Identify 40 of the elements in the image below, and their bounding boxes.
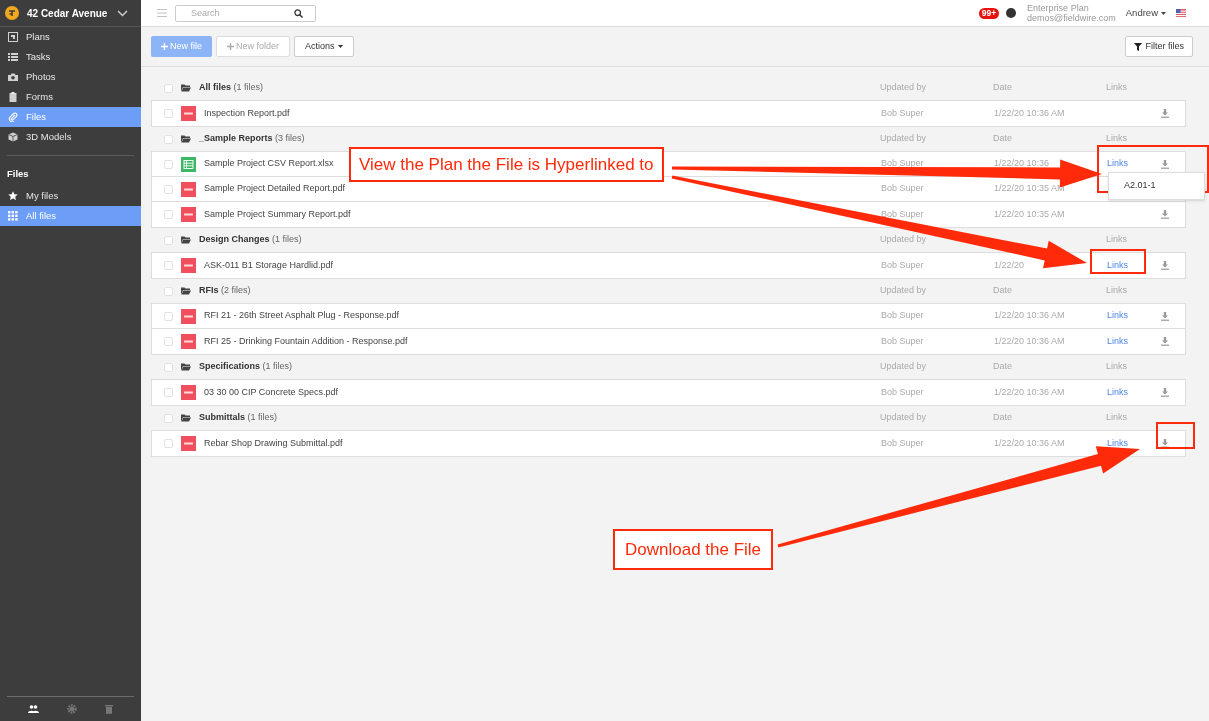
file-date: 1/22/20 10:36 AM [994, 334, 1066, 348]
updated-by: Bob Super [881, 182, 925, 196]
file-date: 1/22/20 10:36 AM [994, 436, 1066, 450]
file-date: 1/22/20 10:36 AM [994, 309, 1066, 323]
column-header: Links [1106, 132, 1128, 146]
updated-by: Bob Super [881, 157, 925, 171]
column-header: Date [993, 132, 1013, 146]
section-heading: Files [6, 166, 30, 181]
file-date: 1/22/20 10:36 AM [994, 385, 1066, 399]
updated-by: Bob Super [881, 207, 925, 221]
column-header: Date [993, 360, 1013, 374]
updated-by: Bob Super [881, 385, 925, 399]
column-header: Links [1106, 411, 1128, 425]
column-header: Date [993, 284, 1013, 298]
plan-name: Enterprise Plan [1027, 3, 1090, 13]
column-header: Updated by [880, 411, 928, 425]
updated-by: Bob Super [881, 309, 925, 323]
column-header: Links [1106, 81, 1128, 95]
column-header: Updated by [880, 233, 928, 247]
file-date: 1/22/20 10:35 AM [994, 182, 1066, 196]
file-date: 1/22/20 10:35 AM [994, 207, 1066, 221]
column-header: Updated by [880, 132, 928, 146]
column-header: Updated by [880, 284, 928, 298]
callout: Download the File [613, 529, 774, 570]
account-email: demos@fieldwire.com [1027, 13, 1116, 23]
column-header: Date [993, 81, 1013, 95]
column-header: Updated by [880, 360, 928, 374]
file-date: 1/22/20 [994, 258, 1026, 272]
callout: View the Plan the File is Hyperlinked to [349, 147, 664, 182]
column-header: Links [1106, 284, 1128, 298]
column-header: Updated by [880, 81, 928, 95]
updated-by: Bob Super [881, 436, 925, 450]
updated-by: Bob Super [881, 258, 925, 272]
column-header: Links [1106, 233, 1128, 247]
file-date: 1/22/20 10:36 [994, 157, 1051, 171]
column-header: Links [1106, 360, 1128, 374]
column-header: Date [993, 411, 1013, 425]
updated-by: Bob Super [881, 106, 925, 120]
updated-by: Bob Super [881, 334, 925, 348]
file-date: 1/22/20 10:36 AM [994, 106, 1066, 120]
